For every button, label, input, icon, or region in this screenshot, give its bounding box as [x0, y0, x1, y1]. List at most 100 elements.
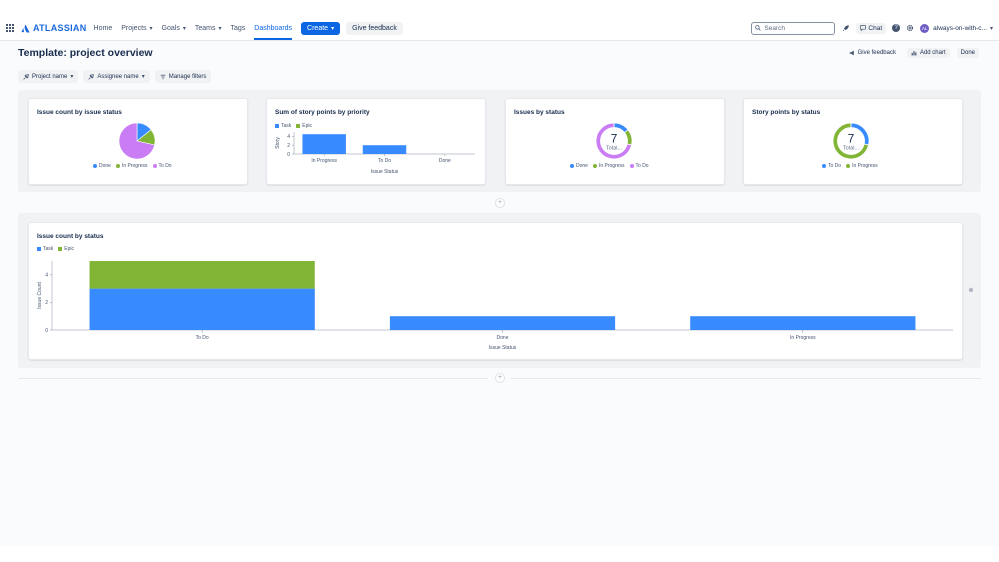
- legend-item[interactable]: Done: [93, 163, 111, 169]
- legend-swatch: [822, 164, 826, 168]
- legend-swatch: [630, 164, 634, 168]
- give-feedback-nav-button[interactable]: Give feedback: [346, 22, 403, 35]
- legend-label: Task: [43, 246, 53, 252]
- legend-item[interactable]: In Progress: [846, 163, 878, 169]
- chart-card-story-points-by-priority[interactable]: Sum of story points by priority TaskEpic…: [266, 98, 486, 185]
- chat-button[interactable]: Chat: [856, 23, 886, 34]
- header-actions: Give feedback Add chart Done: [838, 48, 979, 58]
- donut-chart: 7Total...: [594, 121, 634, 161]
- bar-task-in-progress[interactable]: [302, 134, 345, 154]
- assignee-name-filter[interactable]: Assignee name ▾: [83, 70, 149, 83]
- legend-item[interactable]: In Progress: [593, 163, 625, 169]
- help-icon[interactable]: ?: [892, 24, 900, 32]
- nav-item-dashboards[interactable]: Dashboards: [254, 16, 292, 40]
- atlassian-logo-icon: [21, 24, 30, 33]
- y-tick-label: 2: [287, 143, 290, 149]
- top-navigation: ATLASSIAN HomeProjects▾Goals▾Teams▾TagsD…: [0, 16, 999, 41]
- filter-bar: Project name ▾ Assignee name ▾ Manage fi…: [18, 70, 216, 83]
- legend-item[interactable]: Done: [570, 163, 588, 169]
- legend-item[interactable]: To Do: [822, 163, 841, 169]
- bar-task-to-do[interactable]: [363, 145, 406, 154]
- x-tick-label: In Progress: [311, 158, 337, 164]
- atlassian-logo[interactable]: ATLASSIAN: [21, 23, 87, 33]
- chevron-down-icon: ▾: [70, 73, 73, 80]
- avatar[interactable]: AL: [920, 24, 929, 33]
- donut-chart: 7Total...: [831, 121, 871, 161]
- card-title: Sum of story points by priority: [275, 109, 370, 116]
- add-row-plus-icon[interactable]: +: [495, 198, 505, 208]
- chevron-down-icon: ▾: [150, 25, 153, 32]
- pie-slice-in-progress[interactable]: [625, 130, 632, 145]
- legend-label: Epic: [64, 246, 74, 252]
- chart-legend: Task Epic: [37, 246, 79, 252]
- bar-task-to-do[interactable]: [90, 289, 315, 330]
- legend-label: In Progress: [599, 163, 625, 169]
- chart-legend: Done In Progress To Do: [570, 163, 654, 169]
- card-title: Issue count by issue status: [37, 109, 122, 116]
- filter-icon: [160, 74, 166, 80]
- legend-item[interactable]: Task: [37, 246, 53, 252]
- megaphone-icon: [849, 50, 855, 56]
- primary-nav: HomeProjects▾Goals▾Teams▾TagsDashboards: [94, 16, 302, 40]
- rocket-icon[interactable]: [842, 24, 850, 32]
- chevron-down-icon[interactable]: ▾: [990, 25, 993, 32]
- chart-card-story-points-by-status[interactable]: Story points by status 7Total... To Do In…: [743, 98, 963, 185]
- chart-card-issues-by-status[interactable]: Issues by status 7Total... DoneIn Progre…: [505, 98, 725, 185]
- nav-item-teams[interactable]: Teams▾: [195, 16, 222, 40]
- y-tick-label: 2: [45, 300, 48, 306]
- search-icon: [755, 25, 761, 31]
- give-feedback-button[interactable]: Give feedback: [845, 48, 900, 58]
- manage-filters-button[interactable]: Manage filters: [155, 70, 212, 83]
- done-button[interactable]: Done: [957, 48, 979, 58]
- x-tick-label: Done: [439, 158, 451, 164]
- project-icon: [23, 74, 29, 80]
- chart-card-issue-count-by-status[interactable]: Issue count by status TaskEpic 024To DoD…: [28, 222, 963, 360]
- chart-legend: Done In Progress To Do: [93, 163, 177, 169]
- x-tick-label: In Progress: [790, 335, 816, 341]
- settings-gear-icon[interactable]: [906, 24, 914, 32]
- account-name[interactable]: always-on-with-c...: [933, 25, 987, 32]
- nav-item-goals[interactable]: Goals▾: [162, 16, 186, 40]
- bar-epic-to-do[interactable]: [90, 261, 315, 289]
- legend-item[interactable]: In Progress: [116, 163, 148, 169]
- row-divider: [18, 378, 488, 379]
- assignee-icon: [88, 74, 94, 80]
- add-chart-button[interactable]: Add chart: [907, 48, 950, 58]
- legend-label: To Do: [159, 163, 172, 169]
- add-row-plus-icon[interactable]: +: [495, 373, 505, 383]
- legend-label: In Progress: [852, 163, 878, 169]
- legend-item[interactable]: Epic: [58, 246, 74, 252]
- nav-item-label: Goals: [162, 25, 180, 32]
- legend-swatch: [846, 164, 850, 168]
- legend-item[interactable]: To Do: [630, 163, 649, 169]
- app-switcher-icon[interactable]: [6, 24, 15, 33]
- legend-swatch: [296, 124, 300, 128]
- project-name-filter[interactable]: Project name ▾: [18, 70, 78, 83]
- legend-swatch: [153, 164, 157, 168]
- nav-item-label: Dashboards: [254, 25, 292, 32]
- legend-swatch: [275, 124, 279, 128]
- chart-card-issue-count-by-issue-status[interactable]: Issue count by issue status Done In Progr…: [28, 98, 248, 185]
- nav-item-projects[interactable]: Projects▾: [121, 16, 152, 40]
- create-button[interactable]: Create ▾: [301, 22, 340, 35]
- x-axis-title: Issue Status: [489, 345, 517, 351]
- pie-chart: [117, 121, 157, 161]
- legend-swatch: [116, 164, 120, 168]
- nav-item-home[interactable]: Home: [94, 16, 113, 40]
- bar-task-in-progress[interactable]: [690, 316, 915, 330]
- nav-item-tags[interactable]: Tags: [231, 16, 246, 40]
- x-tick-label: To Do: [196, 335, 209, 341]
- bar-task-done[interactable]: [390, 316, 615, 330]
- logo-text: ATLASSIAN: [33, 23, 87, 33]
- chart-legend: To Do In Progress: [822, 163, 883, 169]
- chevron-down-icon: ▾: [218, 25, 221, 32]
- top-right-actions: Search Chat ? AL always-on-with-c... ▾: [751, 16, 993, 40]
- search-input[interactable]: Search: [751, 22, 835, 35]
- legend-item[interactable]: To Do: [153, 163, 172, 169]
- legend-label: To Do: [636, 163, 649, 169]
- bar-chart: 024In ProgressTo DoDoneIssue StatusStory: [267, 129, 485, 179]
- donut-center-value: 7: [848, 132, 855, 146]
- card-title: Story points by status: [752, 109, 820, 116]
- search-placeholder: Search: [764, 25, 785, 32]
- resize-handle-icon[interactable]: [968, 287, 974, 293]
